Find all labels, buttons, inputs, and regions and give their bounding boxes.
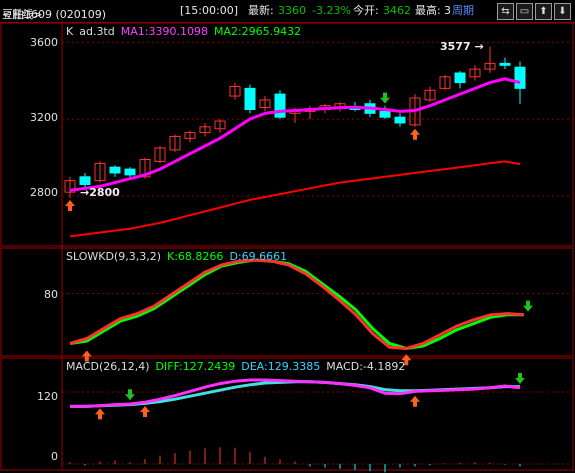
kd-panel: SLOWKD(9,3,3,2) K:68.8266 D:69.6661 80 — [0, 248, 575, 356]
macd-y-tick-120: 120 — [37, 390, 58, 403]
y-tick-3600: 3600 — [30, 36, 58, 49]
main-panel-title: Kad.3td MA1:3390.1098 MA2:2965.9432 — [66, 25, 307, 38]
diff-readout: DIFF:127.2439 — [155, 360, 236, 373]
dea-readout: DEA:129.3385 — [241, 360, 321, 373]
y-tick-3200: 3200 — [30, 111, 58, 124]
k-readout: K:68.8266 — [167, 250, 224, 263]
main-panel: Kad.3td MA1:3390.1098 MA2:2965.9432 3600 3… — [0, 23, 575, 246]
kd-title: SLOWKD(9,3,3,2) — [66, 250, 162, 263]
low-annotation: →2800 — [80, 186, 120, 199]
y-tick-2800: 2800 — [30, 186, 58, 199]
ma1-readout: MA1:3390.1098 — [120, 25, 208, 38]
macd-panel-title: MACD(26,12,4) DIFF:127.2439 DEA:129.3385 MA… — [66, 360, 411, 373]
main-indicator: ad.3td — [79, 25, 115, 38]
macd-y-tick-0: 0 — [51, 450, 58, 463]
macd-readout: MACD:-4.1892 — [326, 360, 406, 373]
main-title-k: K — [66, 25, 74, 38]
d-readout: D:69.6661 — [229, 250, 288, 263]
kd-panel-title: SLOWKD(9,3,3,2) K:68.8266 D:69.6661 — [66, 250, 293, 263]
ma2-readout: MA2:2965.9432 — [213, 25, 302, 38]
high-annotation: 3577 → — [440, 40, 484, 53]
kd-y-tick-80: 80 — [44, 288, 58, 301]
macd-title: MACD(26,12,4) — [66, 360, 150, 373]
macd-panel: MACD(26,12,4) DIFF:127.2439 DEA:129.3385 MA… — [0, 358, 575, 470]
